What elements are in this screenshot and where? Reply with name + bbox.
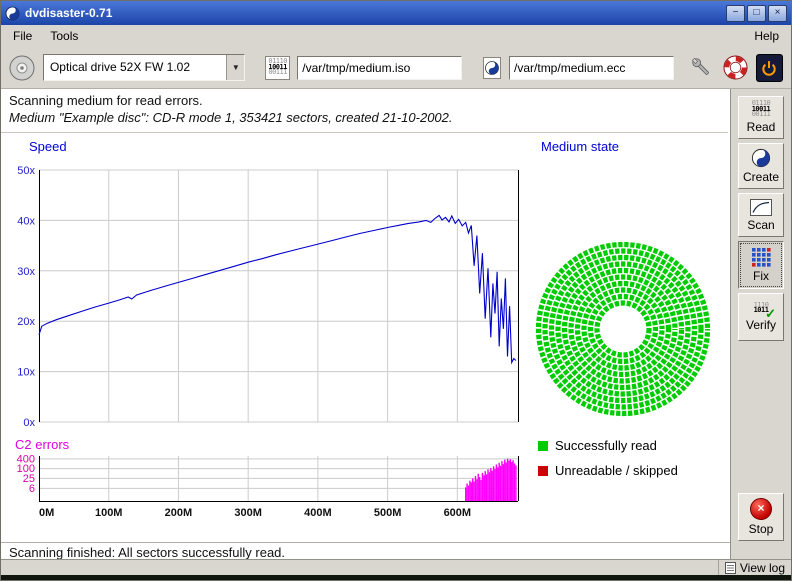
window-bottom-edge <box>1 575 792 581</box>
stop-label: Stop <box>749 522 774 536</box>
view-log-button[interactable]: View log <box>718 560 792 575</box>
speed-axis-tick: 10x <box>17 367 35 379</box>
stop-icon: × <box>750 498 772 520</box>
disc-ring <box>591 297 656 362</box>
speed-chart-title: Speed <box>29 139 67 154</box>
disc-ring <box>597 303 649 355</box>
maximize-button[interactable]: □ <box>747 5 766 22</box>
menu-file[interactable]: File <box>4 27 41 45</box>
speed-curve <box>39 215 516 362</box>
medium-state-title: Medium state <box>541 139 619 154</box>
quit-power-button[interactable] <box>756 54 783 82</box>
check-icon: ✓ <box>765 306 776 322</box>
drive-select-value: Optical drive 52X FW 1.02 <box>44 55 226 80</box>
speed-axis-tick: 20x <box>17 316 35 328</box>
ecc-file-icon <box>482 56 502 80</box>
x-axis-tick: 0M <box>39 507 54 519</box>
wrench-icon <box>689 55 714 80</box>
read-label: Read <box>747 120 776 134</box>
fix-sectors-icon <box>751 247 771 267</box>
drive-select-dropdown[interactable]: Optical drive 52X FW 1.02 ▼ <box>43 54 245 81</box>
main-content: Scanning medium for read errors. Medium … <box>1 89 730 559</box>
read-icon: 01110 10011 00111 <box>752 101 771 118</box>
x-axis-tick: 600M <box>444 507 472 519</box>
speed-axis-tick: 30x <box>17 266 35 278</box>
stop-button[interactable]: × Stop <box>738 493 784 541</box>
yin-yang-icon <box>751 148 771 168</box>
create-label: Create <box>743 170 779 184</box>
window-controls: − □ × <box>724 5 787 22</box>
chevron-down-icon[interactable]: ▼ <box>226 55 244 80</box>
legend-label: Unreadable / skipped <box>555 463 678 478</box>
close-button[interactable]: × <box>768 5 787 22</box>
iso-path-input[interactable] <box>297 56 462 80</box>
app-icon <box>5 6 20 21</box>
x-axis-tick: 300M <box>234 507 262 519</box>
menu-help[interactable]: Help <box>745 27 788 45</box>
speed-axis-tick: 40x <box>17 215 35 227</box>
scan-label: Scan <box>747 218 774 232</box>
scan-chart-icon <box>750 199 772 216</box>
ecc-path-input[interactable] <box>509 56 674 80</box>
x-axis-tick: 200M <box>165 507 193 519</box>
read-button[interactable]: 01110 10011 00111 Read <box>738 96 784 139</box>
log-icon <box>725 562 736 574</box>
legend-unreadable-skipped: Unreadable / skipped <box>538 463 678 478</box>
iso-image-icon: 01110 10011 00111 <box>265 56 290 80</box>
verify-icon: 1110 1011 ✓ <box>748 303 774 316</box>
fix-label: Fix <box>753 269 769 283</box>
statusbar: View log <box>1 559 792 575</box>
fix-button[interactable]: Fix <box>738 241 784 289</box>
preferences-button[interactable] <box>688 54 715 82</box>
legend-label: Successfully read <box>555 438 657 453</box>
scan-button[interactable]: Scan <box>738 193 784 237</box>
menu-tools[interactable]: Tools <box>41 27 87 45</box>
help-button[interactable] <box>722 54 749 82</box>
green-swatch <box>538 441 548 451</box>
toolbar: Optical drive 52X FW 1.02 ▼ 01110 10011 … <box>1 47 791 89</box>
status-line-2: Medium "Example disc": CD-R mode 1, 3534… <box>9 109 722 126</box>
drive-icon <box>9 55 35 81</box>
app-window: dvdisaster-0.71 − □ × File Tools Help Op… <box>0 0 792 581</box>
create-button[interactable]: Create <box>738 143 784 189</box>
action-sidebar: 01110 10011 00111 Read Create <box>730 89 792 559</box>
scan-result-status: Scanning finished: All sectors successfu… <box>1 542 730 559</box>
titlebar[interactable]: dvdisaster-0.71 − □ × <box>1 1 791 25</box>
x-axis-tick: 100M <box>95 507 123 519</box>
speed-axis-tick: 0x <box>23 417 35 429</box>
c2-errors-title: C2 errors <box>15 437 70 452</box>
charts-canvas: Speed Medium state C2 errors 0x 10x 20x 30x… <box>1 89 730 559</box>
scan-status-text: Scanning medium for read errors. Medium … <box>1 89 730 129</box>
window-title: dvdisaster-0.71 <box>25 6 719 20</box>
power-icon <box>758 57 780 79</box>
lifebuoy-icon <box>723 55 748 80</box>
x-axis-tick: 400M <box>304 507 332 519</box>
red-swatch <box>538 466 548 476</box>
speed-axis-tick: 50x <box>17 165 35 177</box>
verify-button[interactable]: 1110 1011 ✓ Verify <box>738 293 784 341</box>
drive-eject-button[interactable] <box>9 54 36 82</box>
view-log-label: View log <box>740 561 785 575</box>
status-line-1: Scanning medium for read errors. <box>9 92 722 109</box>
c2-axis-tick: 400 <box>17 453 35 465</box>
minimize-button[interactable]: − <box>726 5 745 22</box>
legend-successfully-read: Successfully read <box>538 438 657 453</box>
menubar: File Tools Help <box>1 25 791 47</box>
x-axis-tick: 500M <box>374 507 402 519</box>
